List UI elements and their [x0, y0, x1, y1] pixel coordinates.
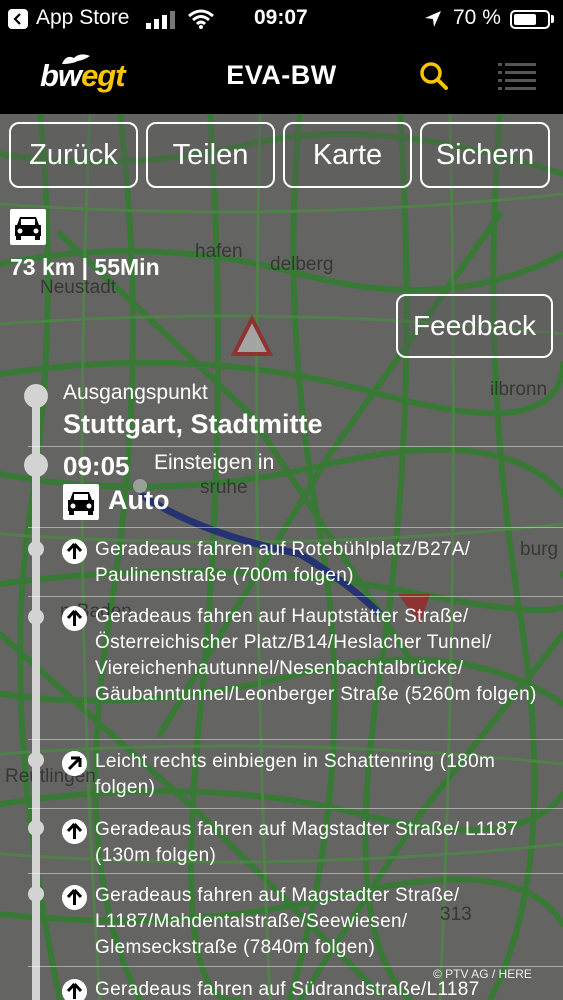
separator	[28, 808, 563, 809]
map-label: sruhe	[200, 477, 248, 498]
arrow-up-icon	[62, 606, 87, 631]
timeline-dot	[28, 752, 44, 768]
timeline-dot	[28, 886, 44, 902]
car-icon	[63, 484, 99, 520]
timeline-dot	[28, 541, 44, 557]
clock: 09:07	[254, 6, 308, 29]
separator	[28, 739, 563, 740]
route-step-text: Geradeaus fahren auf Magstadter Straße/ …	[95, 819, 518, 866]
search-icon[interactable]	[418, 60, 452, 94]
route-step[interactable]: Geradeaus fahren auf Magstadter Straße/ …	[62, 883, 555, 963]
back-button[interactable]: Zurück	[9, 122, 138, 188]
map-label: hafen	[195, 241, 243, 262]
feedback-button[interactable]: Feedback	[396, 294, 553, 358]
location-arrow-icon	[425, 11, 441, 27]
share-button[interactable]: Teilen	[146, 122, 275, 188]
route-step-text: Geradeaus fahren auf Rotebühlplatz/B27A/…	[95, 539, 471, 586]
distance-duration: 73 km | 55Min	[10, 254, 160, 280]
origin-name: Stuttgart, Stadtmitte	[63, 409, 323, 439]
transport-mode: Auto	[108, 485, 170, 515]
back-to-app-icon[interactable]	[8, 9, 28, 29]
battery-level	[514, 14, 537, 25]
back-to-app-label[interactable]: App Store	[36, 6, 129, 30]
timeline-line	[32, 392, 40, 1000]
route-step-text: Geradeaus fahren auf Magstadter Straße/ …	[95, 885, 460, 958]
route-step-text: Leicht rechts einbiegen in Schattenring …	[95, 751, 496, 798]
arrow-up-right-icon	[62, 751, 87, 776]
map-copyright: © PTV AG / HERE	[433, 967, 532, 981]
timeline-dot	[28, 609, 44, 625]
wifi-icon	[188, 9, 214, 29]
status-bar: App Store 09:07 70 %	[0, 0, 563, 40]
arrow-up-icon	[62, 885, 87, 910]
timeline-dot-departure	[24, 453, 48, 477]
route-step[interactable]: Geradeaus fahren auf Magstadter Straße/ …	[62, 817, 555, 873]
arrow-up-icon	[62, 979, 87, 1000]
timeline-dot	[28, 820, 44, 836]
separator	[28, 596, 563, 597]
route-step[interactable]: Leicht rechts einbiegen in Schattenring …	[62, 749, 555, 805]
battery-nub	[551, 15, 554, 23]
timeline-dot-origin	[24, 384, 48, 408]
separator	[28, 446, 563, 447]
menu-icon[interactable]	[498, 60, 536, 92]
car-icon	[10, 209, 46, 245]
save-button[interactable]: Sichern	[420, 122, 550, 188]
arrow-up-icon	[62, 819, 87, 844]
page-title: EVA-BW	[226, 60, 337, 90]
battery-icon	[510, 10, 550, 29]
route-step[interactable]: Geradeaus fahren auf Rotebühlplatz/B27A/…	[62, 537, 555, 593]
battery-percentage: 70 %	[453, 6, 501, 29]
arrow-up-icon	[62, 539, 87, 564]
map-label: delberg	[270, 254, 334, 275]
separator	[28, 527, 563, 528]
map-label: ilbronn	[490, 379, 548, 400]
cellular-signal-icon	[146, 11, 175, 29]
origin-label: Ausgangspunkt	[63, 381, 208, 404]
departure-text: Einsteigen in	[154, 451, 275, 474]
app-header: bwegt EVA-BW	[0, 40, 563, 114]
map-button[interactable]: Karte	[283, 122, 412, 188]
departure-time: 09:05	[63, 451, 130, 481]
route-step[interactable]: Geradeaus fahren auf Hauptstätter Straße…	[62, 604, 555, 734]
route-step-text: Geradeaus fahren auf Hauptstätter Straße…	[95, 606, 537, 705]
separator	[28, 873, 563, 874]
